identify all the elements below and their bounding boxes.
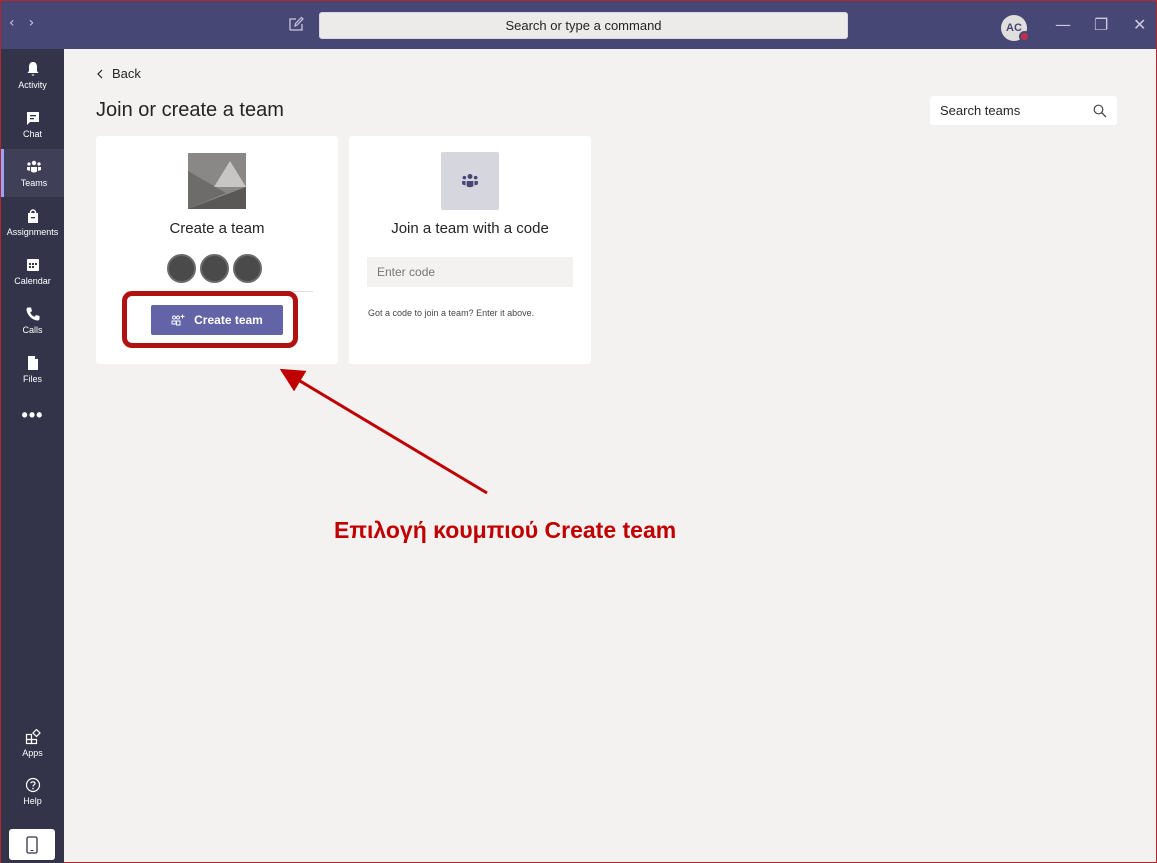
annotation-arrow bbox=[279, 368, 488, 495]
annotation-caption: Επιλογή κουμπιού Create team bbox=[334, 517, 677, 543]
